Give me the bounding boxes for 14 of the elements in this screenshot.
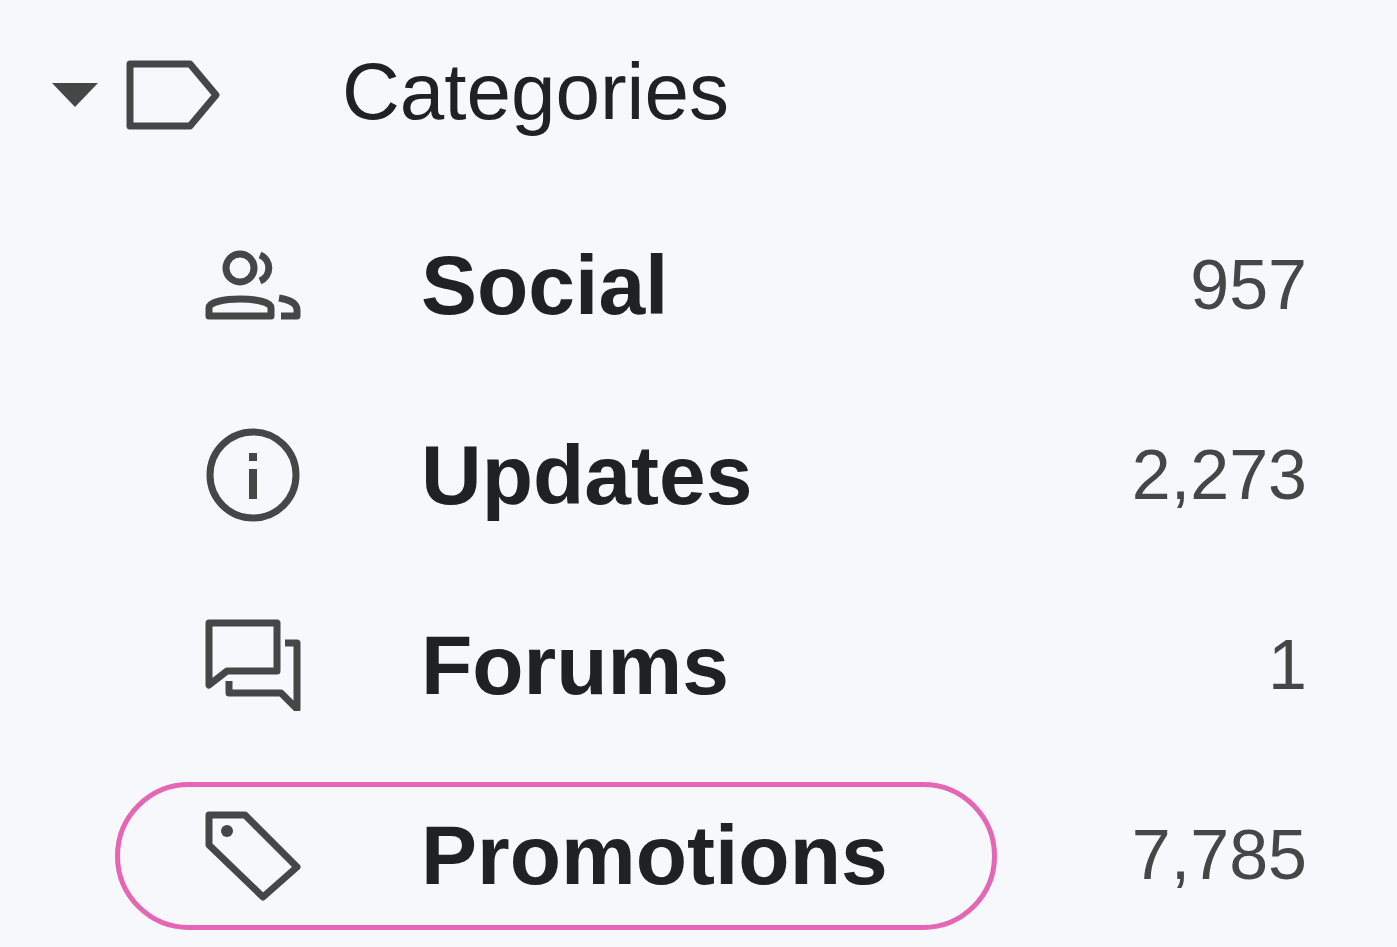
people-icon	[205, 250, 301, 320]
info-icon	[205, 427, 301, 523]
count: 2,273	[1131, 440, 1307, 510]
count: 957	[1190, 250, 1307, 320]
chat-bubbles-icon	[205, 619, 301, 711]
tag-icon	[205, 809, 301, 901]
count: 7,785	[1131, 820, 1307, 890]
category-label[interactable]: Social	[421, 243, 669, 327]
label-icon	[126, 60, 220, 130]
category-label[interactable]: Forums	[421, 623, 730, 707]
caret-down-icon[interactable]	[52, 83, 98, 107]
section-title[interactable]: Categories	[342, 52, 729, 138]
count: 1	[1268, 630, 1307, 700]
category-label[interactable]: Promotions	[421, 813, 888, 897]
